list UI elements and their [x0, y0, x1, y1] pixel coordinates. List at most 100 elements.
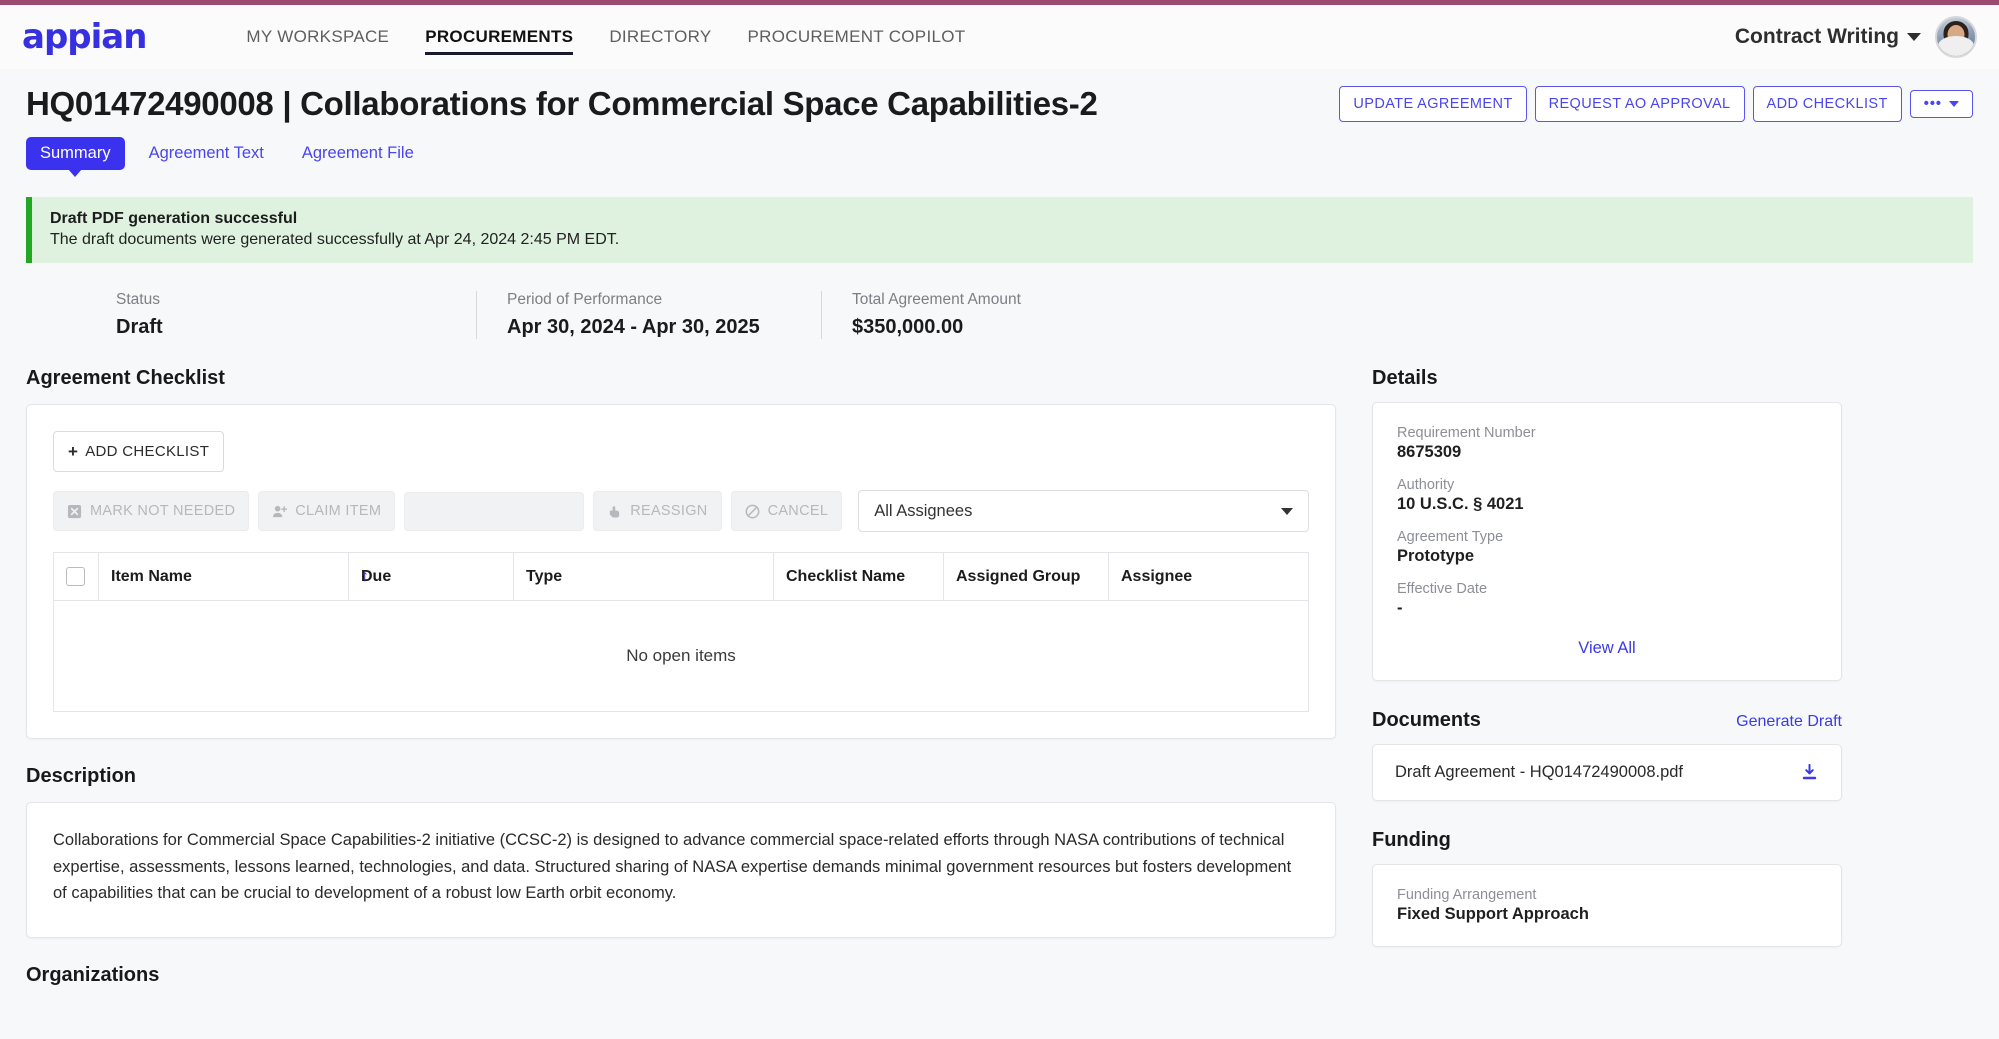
checklist-toolbar: MARK NOT NEEDED CLAIM ITEM REASSIGN CANC… [53, 490, 1309, 532]
sort-ascending-icon: ↑ [361, 567, 369, 585]
column-assignee[interactable]: Assignee [1108, 552, 1309, 601]
detail-label: Requirement Number [1397, 425, 1536, 441]
nav-item-my-workspace[interactable]: MY WORKSPACE [246, 5, 389, 69]
ellipsis-icon: ••• [1923, 95, 1942, 112]
summary-label: Total Agreement Amount [852, 291, 1021, 308]
table-empty-row: No open items [54, 601, 1309, 712]
description-text: Collaborations for Commercial Space Capa… [53, 831, 1292, 903]
reassign-label: REASSIGN [630, 503, 708, 519]
tab-agreement-file[interactable]: Agreement File [288, 137, 428, 170]
summary-field-total-agreement-amount: Total Agreement Amount $350,000.00 [821, 291, 1049, 339]
no-entry-icon [745, 504, 760, 519]
document-list-item[interactable]: Draft Agreement - HQ01472490008.pdf [1372, 744, 1842, 801]
table-header-row: Item Name ↑ Due Type Checklist Name Assi… [53, 552, 1309, 601]
add-checklist-inline-button[interactable]: + ADD CHECKLIST [53, 431, 225, 472]
avatar[interactable] [1935, 16, 1977, 58]
summary-field-status: Status Draft [26, 291, 476, 339]
user-menu-button[interactable]: Contract Writing [1735, 25, 1921, 49]
checklist-table: Item Name ↑ Due Type Checklist Name Assi… [53, 552, 1309, 712]
column-due[interactable]: ↑ Due [348, 552, 514, 601]
column-item-name[interactable]: Item Name [98, 552, 349, 601]
detail-value: - [1397, 599, 1403, 617]
primary-nav: MY WORKSPACE PROCUREMENTS DIRECTORY PROC… [246, 5, 965, 69]
checklist-table-header: Item Name ↑ Due Type Checklist Name Assi… [53, 552, 1309, 601]
detail-field-authority: Authority 10 U.S.C. § 4021 [1397, 477, 1817, 514]
user-area: Contract Writing [1735, 16, 1977, 58]
download-icon[interactable] [1800, 763, 1819, 782]
appian-logo[interactable]: appian [22, 20, 147, 54]
reassign-button[interactable]: REASSIGN [593, 491, 722, 531]
detail-value: 8675309 [1397, 443, 1462, 461]
hand-pointer-icon [607, 504, 622, 519]
view-all-link[interactable]: View All [1397, 633, 1817, 662]
description-card: Collaborations for Commercial Space Capa… [26, 802, 1336, 939]
summary-label: Status [116, 291, 160, 308]
agreement-checklist-heading: Agreement Checklist [26, 367, 225, 389]
claim-item-button[interactable]: CLAIM ITEM [258, 491, 396, 531]
funding-card: Funding Arrangement Fixed Support Approa… [1372, 864, 1842, 947]
success-banner-message: The draft documents were generated succe… [50, 231, 620, 248]
summary-label: Period of Performance [507, 291, 663, 308]
plus-icon: + [68, 442, 79, 461]
success-banner-title: Draft PDF generation successful [50, 210, 298, 227]
column-assigned-group[interactable]: Assigned Group [943, 552, 1109, 601]
details-header: Details [1372, 367, 1842, 390]
detail-value: Prototype [1397, 547, 1475, 565]
checklist-table-body: No open items [54, 601, 1309, 712]
funding-header: Funding [1372, 829, 1842, 852]
column-checklist-name[interactable]: Checklist Name [773, 552, 944, 601]
funding-value: Fixed Support Approach [1397, 905, 1589, 923]
left-column: Agreement Checklist + ADD CHECKLIST MARK… [26, 367, 1336, 1001]
assignee-filter-value: All Assignees [874, 501, 973, 520]
x-square-icon [67, 504, 82, 519]
funding-field-arrangement: Funding Arrangement Fixed Support Approa… [1397, 887, 1817, 924]
assignee-filter-dropdown[interactable]: All Assignees [858, 490, 1309, 532]
nav-item-procurement-copilot[interactable]: PROCUREMENT COPILOT [748, 5, 966, 69]
select-all-checkbox[interactable] [66, 567, 85, 586]
page-tabs: Summary Agreement Text Agreement File [0, 123, 1999, 170]
detail-field-agreement-type: Agreement Type Prototype [1397, 529, 1817, 566]
mark-not-needed-label: MARK NOT NEEDED [90, 503, 236, 519]
detail-label: Effective Date [1397, 581, 1488, 597]
summary-value: $350,000.00 [852, 316, 964, 338]
description-heading: Description [26, 765, 137, 787]
chevron-down-icon [1281, 507, 1293, 515]
summary-value: Draft [116, 316, 163, 338]
documents-header: Documents Generate Draft [1372, 709, 1842, 732]
summary-strip: Status Draft Period of Performance Apr 3… [0, 263, 1999, 339]
user-menu-label: Contract Writing [1734, 25, 1899, 48]
main-content: Agreement Checklist + ADD CHECKLIST MARK… [0, 339, 1999, 1001]
claim-item-label: CLAIM ITEM [295, 503, 382, 519]
page-title: HQ01472490008 | Collaborations for Comme… [26, 85, 1098, 122]
details-card: Requirement Number 8675309 Authority 10 … [1372, 402, 1842, 681]
empty-state-message: No open items [626, 646, 736, 665]
success-banner: Draft PDF generation successful The draf… [26, 197, 1973, 263]
chevron-down-icon [1949, 101, 1959, 107]
checklist-search-input[interactable] [404, 491, 585, 531]
detail-field-effective-date: Effective Date - [1397, 581, 1817, 618]
summary-field-period-of-performance: Period of Performance Apr 30, 2024 - Apr… [476, 291, 821, 339]
cancel-button[interactable]: CANCEL [730, 491, 843, 531]
agreement-checklist-card: + ADD CHECKLIST MARK NOT NEEDED CLAIM IT… [26, 404, 1336, 739]
tab-summary[interactable]: Summary [26, 137, 125, 170]
add-checklist-button[interactable]: ADD CHECKLIST [1752, 86, 1902, 122]
avatar-body [1938, 36, 1974, 56]
detail-field-requirement-number: Requirement Number 8675309 [1397, 425, 1817, 462]
nav-item-directory[interactable]: DIRECTORY [609, 5, 711, 69]
request-ao-approval-button[interactable]: REQUEST AO APPROVAL [1534, 86, 1745, 122]
documents-section: Documents Generate Draft Draft Agreement… [1372, 709, 1842, 801]
tab-agreement-text[interactable]: Agreement Text [135, 137, 278, 170]
column-type[interactable]: Type [513, 552, 774, 601]
chevron-down-icon [1907, 33, 1921, 42]
user-add-icon [272, 504, 288, 519]
nav-item-procurements[interactable]: PROCUREMENTS [425, 5, 574, 69]
detail-label: Authority [1397, 477, 1455, 493]
top-navigation-bar: appian MY WORKSPACE PROCUREMENTS DIRECTO… [0, 5, 1999, 69]
generate-draft-link[interactable]: Generate Draft [1736, 713, 1842, 731]
mark-not-needed-button[interactable]: MARK NOT NEEDED [53, 491, 250, 531]
summary-value: Apr 30, 2024 - Apr 30, 2025 [507, 316, 760, 338]
update-agreement-button[interactable]: UPDATE AGREEMENT [1339, 86, 1527, 122]
page-header: HQ01472490008 | Collaborations for Comme… [0, 69, 1999, 123]
more-actions-button[interactable]: ••• [1909, 89, 1973, 119]
right-sidebar: Details Requirement Number 8675309 Autho… [1372, 367, 1842, 947]
